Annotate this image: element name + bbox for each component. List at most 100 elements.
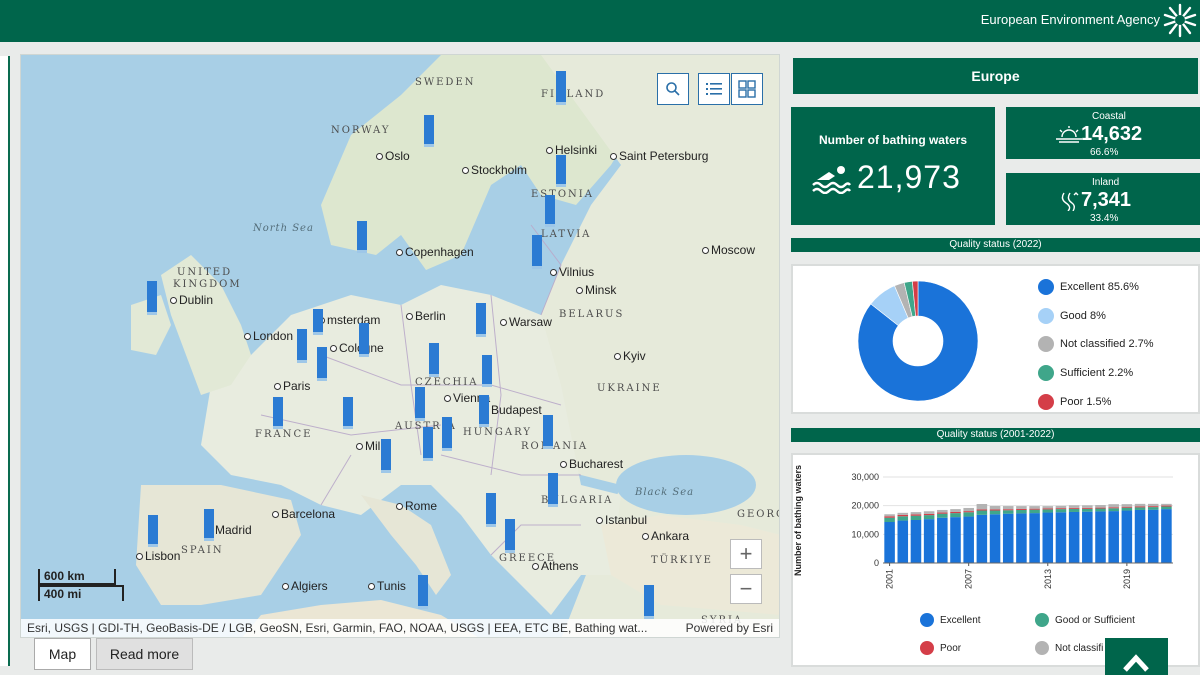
bar-segment[interactable] — [1055, 505, 1067, 509]
bar-segment[interactable] — [1134, 506, 1146, 508]
bar-legend-item[interactable]: Good or Sufficient — [1035, 613, 1135, 627]
map-marker-bar[interactable] — [482, 355, 492, 387]
bar-segment[interactable] — [1029, 508, 1040, 510]
bar-segment[interactable] — [1029, 509, 1040, 514]
bar-segment[interactable] — [950, 511, 961, 514]
map-marker-bar[interactable] — [357, 221, 367, 253]
bar-segment[interactable] — [950, 509, 961, 512]
bar-segment[interactable] — [1016, 506, 1027, 509]
bar-segment[interactable] — [923, 519, 935, 563]
bar-segment[interactable] — [1002, 506, 1014, 510]
bar-segment[interactable] — [884, 516, 895, 518]
zoom-out-button[interactable]: − — [730, 574, 762, 604]
bar-segment[interactable] — [1161, 506, 1172, 510]
map-marker-bar[interactable] — [423, 427, 433, 461]
map-marker-bar[interactable] — [415, 387, 425, 421]
map-marker-bar[interactable] — [424, 115, 434, 147]
bar-segment[interactable] — [963, 507, 974, 512]
bar-segment[interactable] — [1042, 508, 1054, 510]
bar-segment[interactable] — [1029, 506, 1040, 509]
bar-segment[interactable] — [976, 510, 988, 515]
map-marker-bar[interactable] — [343, 397, 353, 429]
bar-segment[interactable] — [1108, 507, 1119, 509]
zoom-in-button[interactable]: + — [730, 539, 762, 569]
bar-segment[interactable] — [1095, 511, 1106, 563]
map-marker-bar[interactable] — [479, 395, 489, 427]
bar-segment[interactable] — [1082, 508, 1093, 512]
bar-legend-item[interactable]: Excellent — [920, 613, 981, 627]
bar-segment[interactable] — [1068, 505, 1080, 508]
map-marker-bar[interactable] — [418, 575, 428, 609]
map-marker-bar[interactable] — [532, 235, 542, 269]
bar-segment[interactable] — [963, 512, 974, 517]
bar-segment[interactable] — [989, 506, 1001, 510]
bar-segment[interactable] — [950, 517, 961, 563]
bar-segment[interactable] — [1147, 506, 1159, 508]
bar-segment[interactable] — [1161, 503, 1172, 506]
bar-segment[interactable] — [1147, 503, 1159, 507]
map-marker-bar[interactable] — [442, 417, 452, 451]
bar-segment[interactable] — [1016, 508, 1027, 510]
bar-segment[interactable] — [910, 514, 922, 516]
bar-segment[interactable] — [976, 509, 988, 511]
bar-segment[interactable] — [923, 515, 935, 520]
bar-segment[interactable] — [884, 517, 895, 523]
bar-segment[interactable] — [937, 509, 948, 513]
bar-segment[interactable] — [1134, 503, 1146, 507]
bar-segment[interactable] — [1055, 508, 1067, 510]
map-marker-bar[interactable] — [381, 439, 391, 473]
map-marker-bar[interactable] — [297, 329, 307, 363]
bar-segment[interactable] — [937, 513, 948, 518]
map-marker-bar[interactable] — [556, 71, 566, 105]
bar-segment[interactable] — [1082, 511, 1093, 563]
bar-segment[interactable] — [897, 514, 909, 517]
bar-segment[interactable] — [937, 517, 948, 563]
bar-segment[interactable] — [1161, 505, 1172, 507]
map-marker-bar[interactable] — [313, 309, 323, 335]
bar-segment[interactable] — [1121, 506, 1133, 508]
map-marker-bar[interactable] — [545, 195, 555, 227]
bar-segment[interactable] — [1002, 513, 1014, 563]
bar-segment[interactable] — [963, 511, 974, 513]
map-marker-bar[interactable] — [273, 397, 283, 429]
map-marker-bar[interactable] — [148, 515, 158, 547]
bar-segment[interactable] — [1042, 506, 1054, 509]
bar-segment[interactable] — [989, 514, 1001, 563]
bar-segment[interactable] — [1095, 505, 1106, 508]
bar-legend-item[interactable]: Not classifi — [1035, 641, 1103, 655]
bar-segment[interactable] — [897, 516, 909, 521]
donut-legend-item[interactable]: Excellent 85.6% — [1038, 279, 1139, 295]
bar-segment[interactable] — [910, 515, 922, 520]
tab-read-more[interactable]: Read more — [96, 638, 193, 670]
bar-segment[interactable] — [897, 512, 909, 515]
map-marker-bar[interactable] — [644, 585, 654, 619]
bar-legend-item[interactable]: Poor — [920, 641, 961, 655]
bar-segment[interactable] — [1002, 510, 1014, 514]
bar-segment[interactable] — [1147, 507, 1159, 510]
map-view[interactable]: SWEDEN FINLAND NORWAY ESTONIA LATVIA UNI… — [20, 54, 780, 638]
bar-segment[interactable] — [1055, 509, 1067, 513]
bar-segment[interactable] — [1002, 509, 1014, 511]
bar-segment[interactable] — [1068, 507, 1080, 509]
bar-segment[interactable] — [1068, 508, 1080, 512]
bar-segment[interactable] — [897, 520, 909, 563]
bar-segment[interactable] — [1042, 509, 1054, 513]
bar-segment[interactable] — [1121, 507, 1133, 511]
bar-segment[interactable] — [1095, 507, 1106, 509]
map-marker-bar[interactable] — [359, 323, 369, 357]
donut-legend-item[interactable]: Not classified 2.7% — [1038, 336, 1154, 352]
bar-segment[interactable] — [884, 514, 895, 517]
scroll-up-button[interactable] — [1105, 638, 1168, 675]
map-marker-bar[interactable] — [556, 155, 566, 187]
search-icon[interactable] — [657, 73, 689, 105]
map-marker-bar[interactable] — [429, 343, 439, 377]
map-marker-bar[interactable] — [486, 493, 496, 527]
tab-map[interactable]: Map — [34, 638, 91, 670]
donut-legend-item[interactable]: Poor 1.5% — [1038, 394, 1111, 410]
bar-segment[interactable] — [923, 511, 935, 514]
bar-segment[interactable] — [937, 512, 948, 514]
bar-segment[interactable] — [1121, 510, 1133, 563]
donut-legend-item[interactable]: Good 8% — [1038, 308, 1106, 324]
bar-segment[interactable] — [1016, 509, 1027, 514]
map-marker-bar[interactable] — [204, 509, 214, 541]
